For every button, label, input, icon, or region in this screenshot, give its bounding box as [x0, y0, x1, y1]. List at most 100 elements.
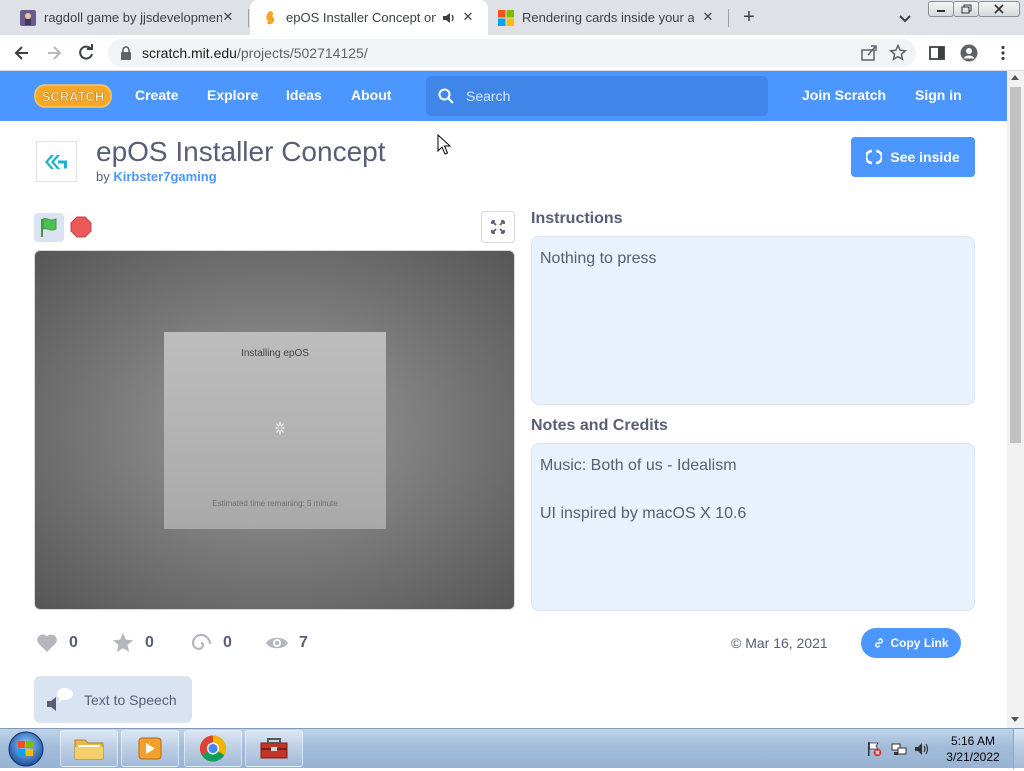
tab-title: epOS Installer Concept on Scratch: [286, 10, 436, 25]
taskbar-file-explorer[interactable]: [60, 730, 118, 767]
mouse-pointer-icon: [437, 134, 451, 155]
nav-ideas[interactable]: Ideas: [286, 87, 322, 103]
epos-logo-icon: [45, 155, 67, 169]
close-tab-icon[interactable]: ✕: [460, 9, 476, 25]
close-window-button[interactable]: [978, 1, 1020, 17]
network-icon[interactable]: [891, 741, 907, 757]
instructions-text: Nothing to press: [540, 250, 657, 267]
clock-time: 5:16 AM: [950, 734, 996, 748]
favorites-count: 0: [145, 634, 154, 651]
remixes-stat: 0: [189, 630, 232, 656]
heart-icon: [37, 634, 57, 652]
views-count: 7: [299, 634, 308, 651]
sign-in-link[interactable]: Sign in: [915, 87, 962, 103]
text-to-speech-icon: [47, 687, 73, 711]
loves-count: 0: [69, 634, 78, 651]
taskbar-media-player[interactable]: [121, 730, 179, 767]
text-to-speech-extension[interactable]: Text to Speech: [34, 676, 192, 723]
tab-rendering-cards[interactable]: Rendering cards inside your app ✕: [488, 0, 728, 35]
lock-icon[interactable]: [120, 46, 132, 60]
url-text: scratch.mit.edu/projects/502714125/: [142, 45, 368, 61]
nav-explore[interactable]: Explore: [207, 87, 258, 103]
chevron-down-icon[interactable]: [896, 9, 914, 27]
folder-icon: [74, 739, 104, 760]
loves-stat[interactable]: 0: [35, 630, 78, 656]
notes-credits-box: Music: Both of us - Idealism UI inspired…: [531, 443, 975, 611]
scrollbar-thumb[interactable]: [1010, 87, 1021, 443]
show-desktop-button[interactable]: [1013, 729, 1024, 769]
volume-icon[interactable]: [914, 741, 930, 757]
taskbar-chrome[interactable]: [184, 730, 242, 767]
eye-icon: [266, 637, 288, 649]
restore-window-button[interactable]: [953, 1, 979, 17]
close-icon: [994, 4, 1004, 14]
tab-title: Rendering cards inside your app: [522, 10, 694, 25]
by-label: by: [96, 169, 110, 184]
new-tab-button[interactable]: +: [738, 6, 760, 28]
scratch-favicon-icon: [266, 10, 275, 24]
nav-about[interactable]: About: [351, 87, 391, 103]
copy-link-label: Copy Link: [890, 636, 949, 650]
chrome-menu-icon[interactable]: [994, 44, 1012, 62]
tab-ragdoll-game[interactable]: ragdoll game by jjsdevelopments ✕: [0, 0, 248, 35]
page-scrollbar[interactable]: [1007, 71, 1024, 728]
instructions-box: Nothing to press: [531, 236, 975, 405]
instructions-heading: Instructions: [531, 210, 623, 227]
text-to-speech-label: Text to Speech: [84, 691, 177, 708]
scratch-search-box[interactable]: [426, 76, 768, 116]
tab-separator: [728, 9, 729, 27]
favorites-stat[interactable]: 0: [111, 630, 154, 656]
green-flag-button[interactable]: [34, 213, 64, 242]
speaker-audio-icon[interactable]: [442, 11, 456, 25]
see-inside-label: See inside: [890, 149, 960, 165]
profile-avatar-icon[interactable]: [960, 44, 978, 62]
author-link[interactable]: Kirbster7gaming: [113, 169, 216, 184]
fullscreen-expand-icon: [491, 220, 505, 234]
search-input[interactable]: [466, 86, 746, 106]
scratch-logo[interactable]: SCRATCH: [34, 83, 112, 109]
see-inside-button[interactable]: See inside: [851, 137, 975, 177]
url-host: scratch.mit.edu: [142, 45, 237, 61]
taskbar-toolbox-app[interactable]: [245, 730, 303, 767]
browser-tab-strip: ragdoll game by jjsdevelopments ✕ epOS I…: [0, 0, 1024, 35]
back-arrow-icon[interactable]: [12, 43, 32, 63]
shared-date: © Mar 16, 2021: [731, 635, 828, 651]
remix-spiral-icon: [191, 633, 212, 651]
project-stage[interactable]: Installing epOS Estimated time remaining…: [34, 250, 515, 610]
reload-icon[interactable]: [76, 43, 96, 63]
stop-sign-icon[interactable]: [70, 216, 92, 238]
minimize-icon: [937, 10, 945, 12]
scroll-down-arrow-icon[interactable]: [1011, 717, 1019, 722]
minimize-window-button[interactable]: [928, 1, 954, 17]
url-path: /projects/502714125/: [236, 45, 368, 61]
copy-link-button[interactable]: Copy Link: [861, 628, 961, 658]
tab-separator: [248, 9, 249, 27]
action-center-flag-icon[interactable]: [866, 741, 882, 757]
windows-start-button[interactable]: [5, 730, 47, 768]
forward-arrow-icon[interactable]: [44, 43, 64, 63]
clock-date: 3/21/2022: [946, 750, 1000, 764]
windows-taskbar: 5:16 AM 3/21/2022: [0, 728, 1024, 769]
join-scratch-link[interactable]: Join Scratch: [802, 87, 886, 103]
tab-epos-installer[interactable]: epOS Installer Concept on Scratch ✕: [250, 0, 488, 35]
share-icon[interactable]: [860, 44, 878, 62]
star-icon: [113, 633, 133, 652]
side-panel-icon[interactable]: [928, 44, 946, 62]
scroll-up-arrow-icon[interactable]: [1011, 75, 1019, 80]
views-stat: 7: [265, 630, 308, 656]
ragdoll-favicon-icon: [20, 9, 36, 26]
close-tab-icon[interactable]: ✕: [220, 9, 236, 25]
project-title: epOS Installer Concept: [96, 136, 386, 167]
system-clock[interactable]: 5:16 AM 3/21/2022: [940, 733, 1006, 765]
address-bar[interactable]: scratch.mit.edu/projects/502714125/: [108, 39, 916, 67]
scratch-logo-text: SCRATCH: [42, 89, 105, 104]
estimated-time-text: Estimated time remaining: 5 minute: [212, 499, 338, 508]
project-thumbnail: [36, 141, 77, 182]
close-tab-icon[interactable]: ✕: [700, 9, 716, 25]
search-icon: [438, 88, 454, 104]
fullscreen-button[interactable]: [481, 211, 515, 243]
microsoft-favicon-icon: [498, 9, 514, 26]
installer-dialog: Installing epOS Estimated time remaining…: [164, 332, 386, 529]
nav-create[interactable]: Create: [135, 87, 179, 103]
bookmark-star-icon[interactable]: [889, 44, 907, 62]
